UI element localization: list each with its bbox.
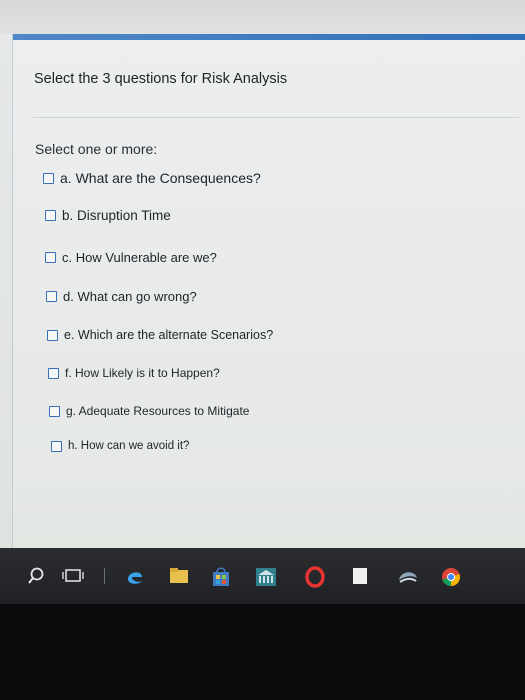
checkbox-h[interactable] [51, 440, 62, 452]
option-e-label: e. Which are the alternate Scenarios? [64, 328, 274, 342]
edge-icon[interactable] [124, 566, 146, 588]
question-title: Select the 3 questions for Risk Analysis [34, 71, 288, 87]
opera-icon[interactable] [304, 566, 326, 588]
checkbox-d[interactable] [46, 291, 57, 302]
checkbox-f[interactable] [48, 367, 59, 379]
checkbox-e[interactable] [47, 329, 58, 341]
card-accent-bar [13, 34, 525, 40]
option-b-label: b. Disruption Time [62, 208, 171, 223]
option-f-label: f. How Likely is it to Happen? [65, 366, 220, 380]
store-icon[interactable] [210, 566, 232, 588]
option-h[interactable]: h. How can we avoid it? [51, 440, 189, 452]
option-h-label: h. How can we avoid it? [68, 440, 190, 452]
taskbar [0, 548, 525, 604]
file-explorer-icon[interactable] [168, 566, 190, 586]
checkbox-a[interactable] [43, 172, 54, 184]
app-icon[interactable] [254, 566, 278, 588]
screen: Select the 3 questions for Risk Analysis… [0, 0, 525, 548]
monitor-bezel [0, 604, 525, 700]
option-d-label: d. What can go wrong? [63, 289, 197, 304]
browser-top-area [0, 0, 525, 34]
option-f[interactable]: f. How Likely is it to Happen? [48, 366, 220, 380]
taskbar-separator [104, 568, 105, 584]
chrome-icon[interactable] [440, 566, 462, 588]
app-icon-3[interactable] [396, 566, 420, 588]
question-card: Select the 3 questions for Risk Analysis… [12, 34, 525, 548]
option-c[interactable]: c. How Vulnerable are we? [45, 250, 217, 265]
app-icon-2[interactable] [350, 566, 370, 586]
divider [33, 117, 519, 118]
checkbox-g[interactable] [49, 405, 60, 417]
search-icon[interactable] [26, 566, 46, 586]
option-g[interactable]: g. Adequate Resources to Mitigate [49, 404, 249, 418]
checkbox-c[interactable] [45, 252, 56, 263]
option-g-label: g. Adequate Resources to Mitigate [66, 404, 250, 418]
option-c-label: c. How Vulnerable are we? [62, 250, 217, 265]
option-a-label: a. What are the Consequences? [60, 170, 261, 186]
option-e[interactable]: e. Which are the alternate Scenarios? [47, 328, 273, 342]
option-d[interactable]: d. What can go wrong? [46, 289, 197, 304]
answer-prompt: Select one or more: [35, 141, 158, 157]
task-view-icon[interactable] [62, 566, 84, 586]
checkbox-b[interactable] [45, 210, 56, 221]
option-b[interactable]: b. Disruption Time [45, 208, 171, 223]
option-a[interactable]: a. What are the Consequences? [43, 170, 261, 186]
